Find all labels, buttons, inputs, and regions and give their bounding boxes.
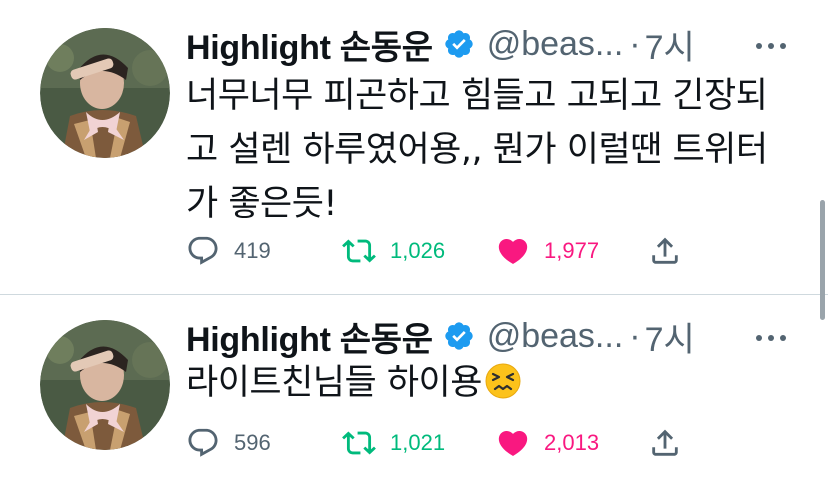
tweet-divider [0, 294, 828, 295]
share-button[interactable] [648, 231, 682, 271]
retweet-button[interactable]: 1,026 [342, 231, 445, 271]
reply-count: 419 [234, 238, 271, 263]
like-button[interactable]: 2,013 [496, 423, 599, 463]
avatar[interactable] [40, 320, 170, 450]
tweet-actions: 419 1,026 1,977 [186, 231, 786, 271]
tweet-text: 라이트친님들 하이용 [186, 356, 796, 410]
display-name[interactable]: Highlight 손동운 [186, 20, 433, 69]
timeline: Highlight 손동운 @beas... · 7시 너무너무 피곤하고 힘들… [0, 0, 828, 501]
retweet-icon [342, 239, 376, 263]
more-options-icon[interactable] [756, 40, 786, 52]
handle[interactable]: @beas... [487, 25, 624, 64]
share-button[interactable] [648, 423, 682, 463]
separator: · [629, 316, 641, 355]
heart-icon [498, 430, 528, 456]
tweet-actions: 596 1,021 2,013 [186, 423, 786, 463]
scrollbar[interactable] [820, 200, 825, 320]
tweet-text-content: 라이트친님들 하이용 [186, 363, 482, 403]
heart-icon [498, 238, 528, 264]
tweet[interactable]: Highlight 손동운 @beas... · 7시 라이트친님들 하이용 5… [0, 296, 828, 501]
tweet-header: Highlight 손동운 @beas... · 7시 [186, 20, 695, 69]
tweet-text: 너무너무 피곤하고 힘들고 고되고 긴장되고 설렌 하루였어용,, 뭔가 이럴땐… [186, 76, 768, 224]
confounded-face-emoji [484, 362, 522, 400]
timestamp[interactable]: 7시 [645, 20, 695, 69]
handle[interactable]: @beas... [487, 317, 624, 356]
reply-count: 596 [234, 430, 271, 455]
like-count: 2,013 [544, 430, 600, 455]
timestamp[interactable]: 7시 [645, 312, 695, 361]
reply-button[interactable]: 596 [186, 423, 271, 463]
share-icon [652, 237, 678, 264]
reply-icon [188, 428, 218, 457]
reply-button[interactable]: 419 [186, 231, 271, 271]
tweet[interactable]: Highlight 손동운 @beas... · 7시 너무너무 피곤하고 힘들… [0, 0, 828, 294]
share-icon [652, 429, 678, 456]
verified-badge-icon [443, 28, 475, 60]
tweet-header: Highlight 손동운 @beas... · 7시 [186, 312, 695, 361]
retweet-icon [342, 431, 376, 455]
retweet-count: 1,026 [390, 238, 446, 263]
like-count: 1,977 [544, 238, 600, 263]
display-name[interactable]: Highlight 손동운 [186, 312, 433, 361]
separator: · [629, 24, 641, 63]
like-button[interactable]: 1,977 [496, 231, 599, 271]
reply-icon [188, 236, 218, 265]
more-options-icon[interactable] [756, 332, 786, 344]
avatar[interactable] [40, 28, 170, 158]
retweet-button[interactable]: 1,021 [342, 423, 445, 463]
retweet-count: 1,021 [390, 430, 446, 455]
verified-badge-icon [443, 320, 475, 352]
